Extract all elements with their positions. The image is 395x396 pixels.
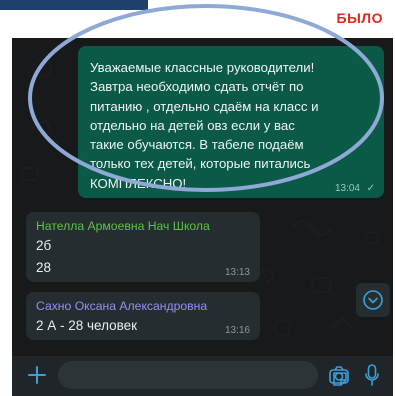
message-input[interactable]: [58, 361, 347, 389]
message-time: 13:16: [224, 325, 250, 336]
message-line: 2б: [36, 238, 52, 253]
top-bar: [0, 0, 148, 10]
message-text: Уважаемые классные руководители! Завтра …: [90, 60, 319, 191]
message-time: 13:04: [334, 183, 360, 194]
sender-name: Нателла Армоевна Нач Школа: [36, 219, 210, 233]
message-time: 13:13: [224, 267, 250, 278]
chat-window: Уважаемые классные руководители! Завтра …: [12, 38, 393, 396]
before-label: БЫЛО: [336, 10, 383, 26]
camera-icon[interactable]: [328, 365, 350, 385]
message-text: 2 А - 28 человек: [36, 318, 138, 333]
incoming-message[interactable]: Сахно Оксана Александровна 2 А - 28 чело…: [26, 292, 260, 340]
plus-icon[interactable]: [26, 364, 48, 386]
message-line: 28: [36, 260, 52, 275]
sender-name: Сахно Оксана Александровна: [36, 299, 208, 313]
delivered-check-icon: ✓: [366, 183, 375, 194]
incoming-message[interactable]: Нателла Армоевна Нач Школа 2б 28 13:13: [26, 212, 260, 282]
microphone-icon[interactable]: [364, 363, 380, 387]
message-input-bar: [12, 356, 393, 396]
scroll-down-button[interactable]: [356, 283, 390, 317]
outgoing-message[interactable]: Уважаемые классные руководители! Завтра …: [78, 46, 384, 198]
chevron-down-icon: [363, 290, 383, 310]
